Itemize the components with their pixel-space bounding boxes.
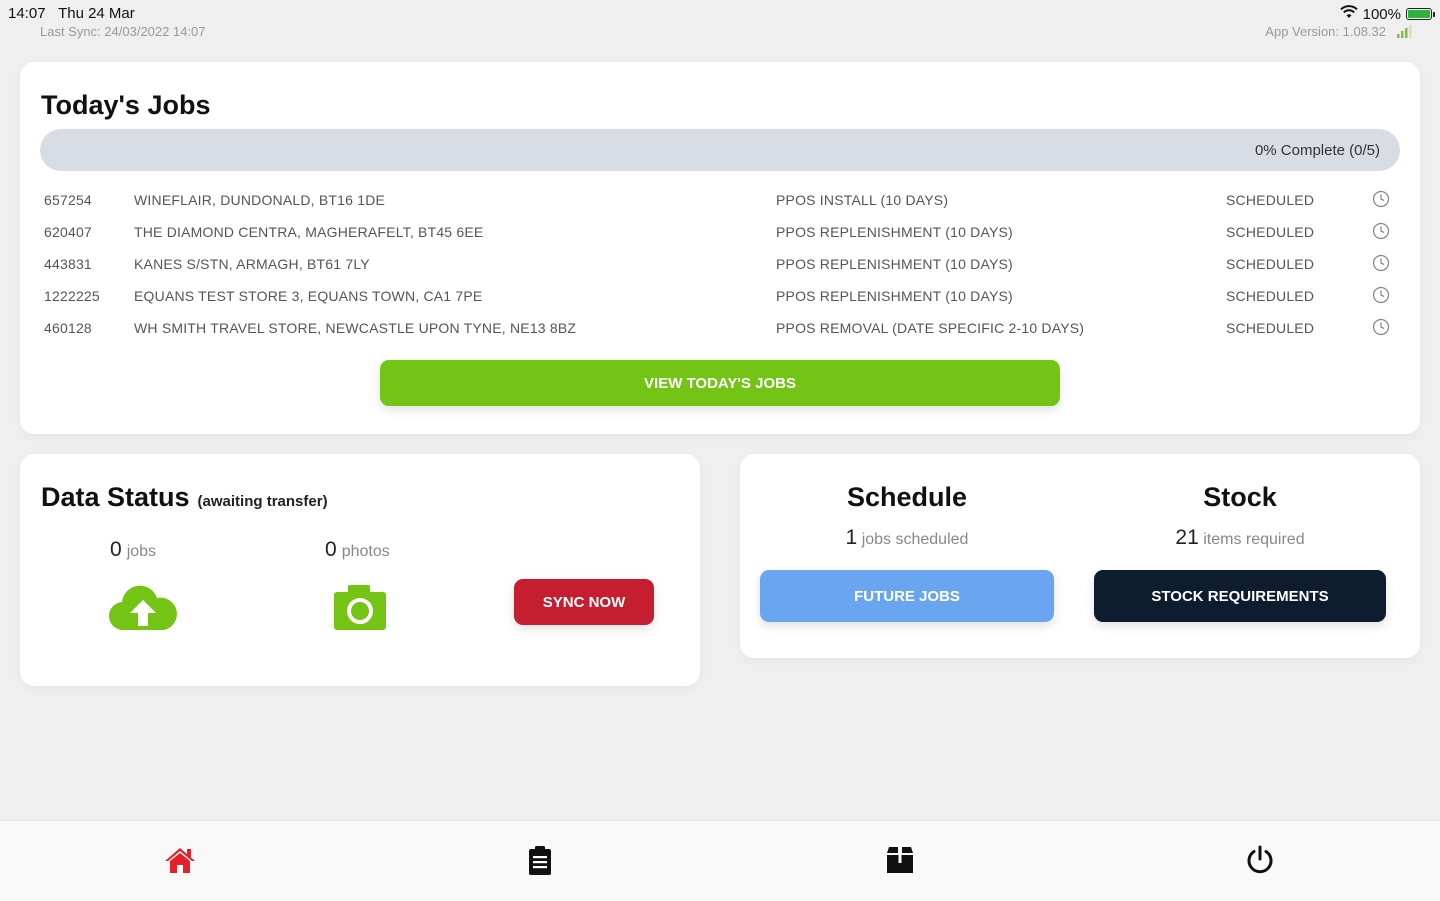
schedule-stock-card: Schedule 1 jobs scheduled Stock 21 items… — [740, 454, 1420, 658]
data-status-subtitle: (awaiting transfer) — [197, 493, 328, 510]
clipboard-icon — [529, 846, 551, 875]
clock-icon — [1372, 286, 1390, 304]
pending-photos-count: 0 photos — [325, 538, 390, 562]
schedule-count-unit: jobs scheduled — [861, 531, 969, 548]
tab-home[interactable] — [150, 835, 210, 885]
pending-jobs-count: 0 jobs — [110, 538, 156, 562]
schedule-title: Schedule — [846, 482, 968, 512]
status-time-date: 14:07 Thu 24 Mar — [8, 5, 135, 22]
job-status: SCHEDULED — [1226, 224, 1315, 240]
bottom-tab-bar — [0, 820, 1440, 901]
data-status-card: Data Status (awaiting transfer) 0 jobs 0… — [20, 454, 700, 686]
clock-icon — [1372, 254, 1390, 272]
data-status-heading: Data Status (awaiting transfer) — [41, 482, 328, 513]
future-jobs-button[interactable]: FUTURE JOBS — [760, 570, 1054, 622]
job-id: 460128 — [44, 320, 92, 336]
clock-icon — [1372, 222, 1390, 240]
job-id: 657254 — [44, 192, 92, 208]
job-id: 1222225 — [44, 288, 100, 304]
stock-count: 21 items required — [1090, 526, 1390, 550]
job-address: EQUANS TEST STORE 3, EQUANS TOWN, CA1 7P… — [134, 288, 483, 304]
job-type: PPOS INSTALL (10 DAYS) — [776, 192, 949, 208]
status-right: 100% — [1339, 5, 1435, 23]
wifi-icon — [1339, 5, 1358, 23]
pending-photos-number: 0 — [325, 538, 337, 561]
job-type: PPOS REMOVAL (DATE SPECIFIC 2-10 DAYS) — [776, 320, 1085, 336]
status-bar: 14:07 Thu 24 Mar Last Sync: 24/03/2022 1… — [0, 0, 1440, 44]
tab-stock[interactable] — [870, 835, 930, 885]
stock-title: Stock — [1203, 482, 1277, 512]
tab-logout[interactable] — [1230, 835, 1290, 885]
pending-jobs-number: 0 — [110, 538, 122, 561]
table-row[interactable]: 443831 KANES S/STN, ARMAGH, BT61 7LY PPO… — [40, 247, 1402, 279]
job-type: PPOS REPLENISHMENT (10 DAYS) — [776, 256, 1013, 272]
jobs-progress-bar: 0% Complete (0/5) — [40, 129, 1400, 171]
pending-jobs-unit: jobs — [126, 543, 157, 560]
job-address: THE DIAMOND CENTRA, MAGHERAFELT, BT45 6E… — [134, 224, 484, 240]
todays-jobs-card: Today's Jobs 0% Complete (0/5) 657254 WI… — [20, 62, 1420, 434]
pending-photos-unit: photos — [341, 543, 390, 560]
job-address: WINEFLAIR, DUNDONALD, BT16 1DE — [134, 192, 386, 208]
clock-icon — [1372, 190, 1390, 208]
sync-now-button[interactable]: SYNC NOW — [514, 579, 654, 625]
todays-jobs-title: Today's Jobs — [41, 90, 211, 120]
table-row[interactable]: 620407 THE DIAMOND CENTRA, MAGHERAFELT, … — [40, 215, 1402, 247]
job-status: SCHEDULED — [1226, 192, 1315, 208]
job-status: SCHEDULED — [1226, 320, 1315, 336]
stock-count-unit: items required — [1203, 531, 1305, 548]
battery-percent: 100% — [1362, 5, 1401, 23]
schedule-count-number: 1 — [845, 526, 858, 549]
home-icon — [165, 848, 195, 873]
power-icon — [1247, 845, 1273, 874]
jobs-list: 657254 WINEFLAIR, DUNDONALD, BT16 1DE PP… — [40, 183, 1402, 343]
clock-icon — [1372, 318, 1390, 336]
job-id: 620407 — [44, 224, 92, 240]
status-time: 14:07 — [8, 5, 46, 22]
table-row[interactable]: 460128 WH SMITH TRAVEL STORE, NEWCASTLE … — [40, 311, 1402, 343]
last-sync-text: Last Sync: 24/03/2022 14:07 — [40, 24, 206, 39]
job-type: PPOS REPLENISHMENT (10 DAYS) — [776, 288, 1013, 304]
signal-icon — [1396, 24, 1412, 43]
stock-count-number: 21 — [1175, 526, 1199, 549]
camera-icon — [334, 585, 386, 630]
jobs-progress-label: 0% Complete (0/5) — [1254, 142, 1380, 159]
cloud-upload-icon — [108, 585, 177, 631]
job-type: PPOS REPLENISHMENT (10 DAYS) — [776, 224, 1013, 240]
job-id: 443831 — [44, 256, 92, 272]
job-status: SCHEDULED — [1226, 288, 1315, 304]
table-row[interactable]: 657254 WINEFLAIR, DUNDONALD, BT16 1DE PP… — [40, 183, 1402, 215]
status-date: Thu 24 Mar — [58, 5, 135, 22]
job-status: SCHEDULED — [1226, 256, 1315, 272]
job-address: WH SMITH TRAVEL STORE, NEWCASTLE UPON TY… — [134, 320, 577, 336]
schedule-count: 1 jobs scheduled — [757, 526, 1057, 550]
data-status-title: Data Status — [41, 482, 190, 512]
box-icon — [887, 847, 913, 873]
table-row[interactable]: 1222225 EQUANS TEST STORE 3, EQUANS TOWN… — [40, 279, 1402, 311]
app-version: App Version: 1.08.32 — [1265, 24, 1386, 39]
battery-icon — [1406, 8, 1435, 20]
job-address: KANES S/STN, ARMAGH, BT61 7LY — [134, 256, 370, 272]
view-todays-jobs-button[interactable]: VIEW TODAY'S JOBS — [380, 360, 1060, 406]
stock-requirements-button[interactable]: STOCK REQUIREMENTS — [1094, 570, 1386, 622]
tab-jobs[interactable] — [510, 835, 570, 885]
